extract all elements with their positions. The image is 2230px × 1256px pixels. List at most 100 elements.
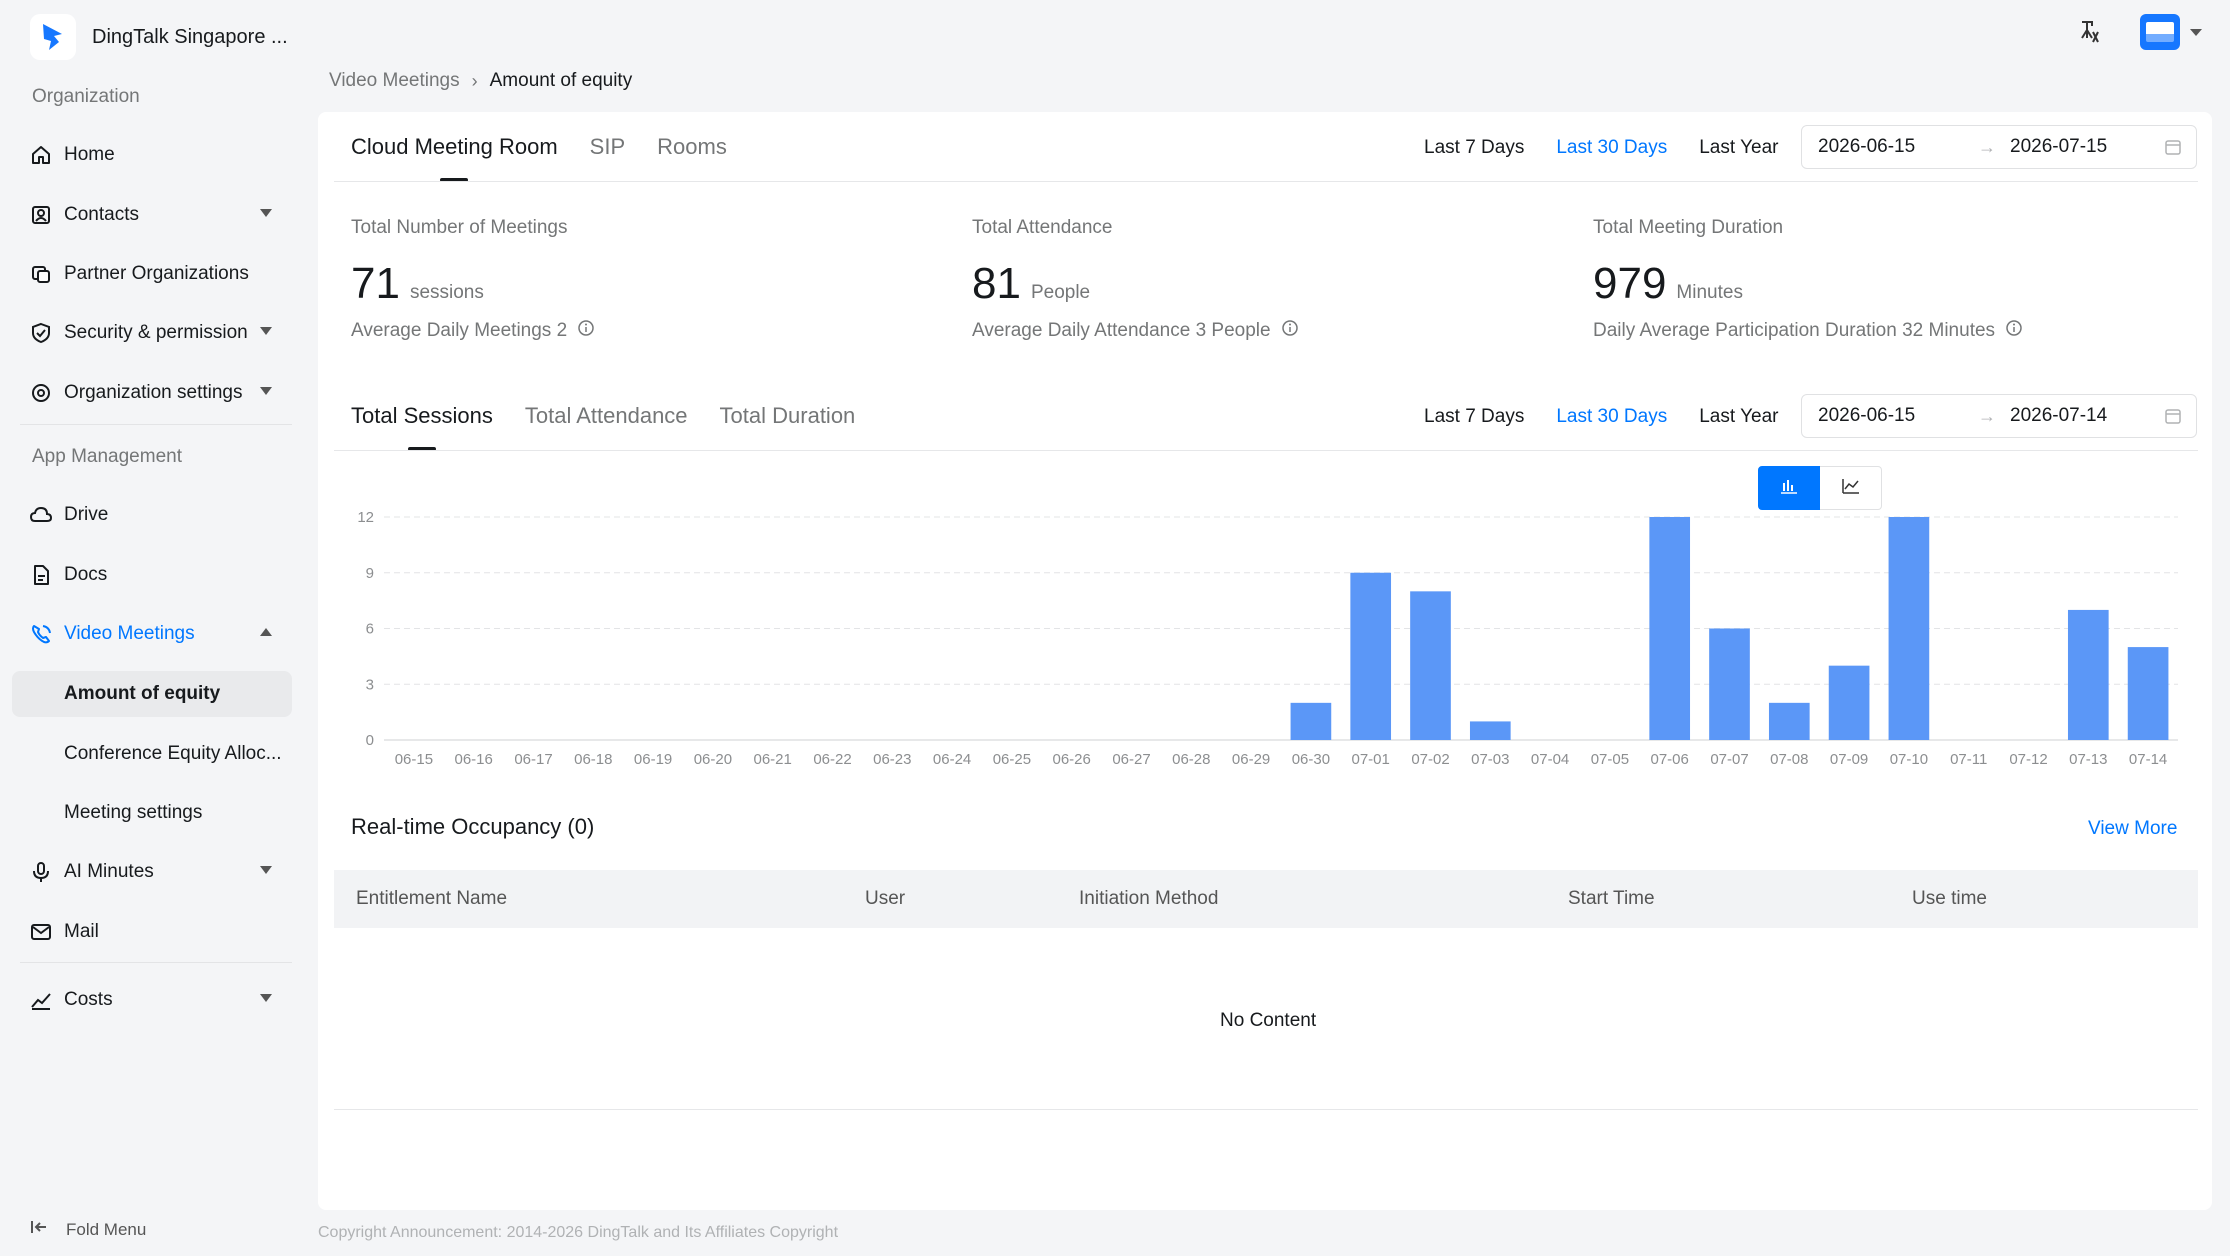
stat-value: 81 bbox=[972, 259, 1021, 308]
shield-icon bbox=[28, 320, 54, 346]
table-bottom-divider bbox=[334, 1109, 2198, 1110]
x-tick-label: 06-15 bbox=[395, 751, 433, 768]
range-last-year[interactable]: Last Year bbox=[1699, 137, 1778, 159]
tab-divider bbox=[334, 181, 2198, 182]
sidebar-item-ai-minutes[interactable]: AI Minutes bbox=[14, 849, 292, 895]
x-tick-label: 06-28 bbox=[1172, 751, 1210, 768]
info-icon[interactable] bbox=[577, 319, 595, 343]
info-icon[interactable] bbox=[2005, 319, 2023, 343]
occupancy-title: Real-time Occupancy (0) bbox=[351, 814, 595, 839]
fold-menu-button[interactable]: Fold Menu bbox=[30, 1218, 146, 1241]
occupancy-table-header: Entitlement Name User Initiation Method … bbox=[334, 870, 2198, 928]
stat-label: Total Meeting Duration bbox=[1593, 217, 1784, 238]
view-more-link[interactable]: View More bbox=[2088, 818, 2177, 840]
org-switcher[interactable]: DingTalk Singapore ... bbox=[30, 14, 288, 60]
stat-unit: Minutes bbox=[1676, 282, 1743, 303]
column-header-initiation-method: Initiation Method bbox=[1079, 888, 1219, 909]
x-tick-label: 07-02 bbox=[1411, 751, 1449, 768]
sidebar-item-label: Mail bbox=[64, 921, 99, 942]
x-tick-label: 06-27 bbox=[1112, 751, 1150, 768]
calendar-icon bbox=[2164, 138, 2182, 162]
bar bbox=[1410, 591, 1451, 740]
x-tick-label: 06-20 bbox=[694, 751, 732, 768]
tab-label: SIP bbox=[589, 134, 626, 159]
column-header-start-time: Start Time bbox=[1568, 888, 1655, 909]
dingtalk-logo-icon bbox=[30, 14, 76, 60]
y-tick-label: 12 bbox=[357, 509, 374, 526]
user-avatar-menu[interactable] bbox=[2140, 14, 2202, 50]
top-date-range-picker[interactable]: 2026-06-15 → 2026-07-15 bbox=[1801, 125, 2197, 169]
chevron-down-icon bbox=[260, 209, 272, 217]
fold-menu-label: Fold Menu bbox=[66, 1219, 147, 1239]
y-tick-label: 3 bbox=[366, 676, 374, 693]
end-date[interactable]: 2026-07-15 bbox=[2010, 136, 2107, 158]
translate-icon[interactable] bbox=[2078, 18, 2104, 49]
empty-state-text: No Content bbox=[1220, 1010, 1317, 1031]
range-last-7-days[interactable]: Last 7 Days bbox=[1424, 137, 1524, 159]
x-tick-label: 07-13 bbox=[2069, 751, 2107, 768]
stat-unit: sessions bbox=[409, 282, 484, 303]
tab-rooms[interactable]: Rooms bbox=[657, 134, 727, 160]
y-tick-label: 9 bbox=[366, 565, 374, 582]
x-tick-label: 07-10 bbox=[1890, 751, 1928, 768]
stat-value: 979 bbox=[1593, 259, 1667, 308]
x-tick-label: 06-17 bbox=[514, 751, 552, 768]
x-tick-label: 06-16 bbox=[455, 751, 493, 768]
meeting-type-tabs: Cloud Meeting Room SIP Rooms bbox=[351, 134, 759, 182]
sidebar-subitem-meeting-settings[interactable]: Meeting settings bbox=[12, 790, 292, 836]
collapse-left-icon bbox=[30, 1218, 48, 1241]
stat-label: Total Attendance bbox=[972, 217, 1113, 238]
sessions-bar-chart: 0 3 6 9 12 06-15 06-16 06-17 06-18 06-19 06-20 06-2… bbox=[357, 509, 2178, 768]
x-tick-label: 06-26 bbox=[1053, 751, 1091, 768]
arrow-right-icon: → bbox=[1978, 136, 1996, 157]
chevron-down-icon bbox=[2190, 28, 2202, 36]
tab-label: Rooms bbox=[657, 134, 727, 159]
info-icon[interactable] bbox=[1281, 319, 1299, 343]
column-header-user: User bbox=[865, 888, 906, 909]
range-last-30-days[interactable]: Last 30 Days bbox=[1556, 137, 1667, 159]
copyright-text: Copyright Announcement: 2014-2026 DingTa… bbox=[318, 1224, 839, 1241]
bar bbox=[1350, 572, 1392, 740]
sidebar-item-label: Contacts bbox=[64, 204, 139, 225]
org-name: DingTalk Singapore ... bbox=[92, 25, 288, 48]
bar bbox=[1709, 628, 1750, 740]
bar bbox=[1290, 702, 1332, 740]
x-tick-label: 06-18 bbox=[574, 751, 612, 768]
tab-label: Cloud Meeting Room bbox=[351, 134, 558, 159]
tab-cloud-meeting-room[interactable]: Cloud Meeting Room bbox=[351, 134, 558, 182]
y-tick-label: 0 bbox=[366, 732, 374, 749]
x-tick-label: 07-06 bbox=[1651, 751, 1689, 768]
x-tick-label: 07-04 bbox=[1531, 751, 1569, 768]
sidebar-item-mail[interactable]: Mail bbox=[14, 909, 292, 955]
sidebar-item-partner-organizations[interactable]: Partner Organizations bbox=[14, 251, 292, 297]
bar bbox=[1828, 665, 1870, 740]
start-date[interactable]: 2026-06-15 bbox=[1818, 136, 1915, 158]
chevron-right-icon: › bbox=[471, 70, 478, 91]
sidebar-item-security[interactable]: Security & permission bbox=[14, 310, 292, 356]
partner-icon bbox=[28, 261, 54, 287]
x-tick-label: 07-08 bbox=[1770, 751, 1808, 768]
sidebar-item-contacts[interactable]: Contacts bbox=[14, 192, 292, 238]
bar bbox=[1888, 517, 1930, 740]
sidebar-item-label: Partner Organizations bbox=[64, 263, 249, 284]
avatar bbox=[2140, 14, 2180, 50]
bar bbox=[2127, 647, 2169, 740]
stat-label: Total Number of Meetings bbox=[351, 217, 568, 238]
contacts-icon bbox=[28, 202, 54, 228]
stat-value: 71 bbox=[351, 259, 400, 308]
stat-unit: People bbox=[1030, 282, 1091, 303]
breadcrumb-parent[interactable]: Video Meetings bbox=[329, 70, 460, 92]
x-tick-label: 07-01 bbox=[1352, 751, 1390, 768]
sidebar-item-costs[interactable]: Costs bbox=[14, 977, 292, 1023]
x-tick-label: 07-09 bbox=[1830, 751, 1868, 768]
section-organization: Organization bbox=[32, 86, 140, 107]
tab-sip[interactable]: SIP bbox=[590, 134, 625, 160]
x-tick-label: 06-24 bbox=[933, 751, 971, 768]
bar bbox=[2067, 609, 2109, 740]
y-tick-label: 6 bbox=[366, 621, 374, 638]
bar bbox=[1649, 517, 1691, 740]
sidebar-item-home[interactable]: Home bbox=[14, 132, 292, 178]
x-tick-label: 06-19 bbox=[634, 751, 672, 768]
sidebar-item-label: Security & permission bbox=[64, 322, 248, 343]
x-tick-label: 07-03 bbox=[1471, 751, 1509, 768]
